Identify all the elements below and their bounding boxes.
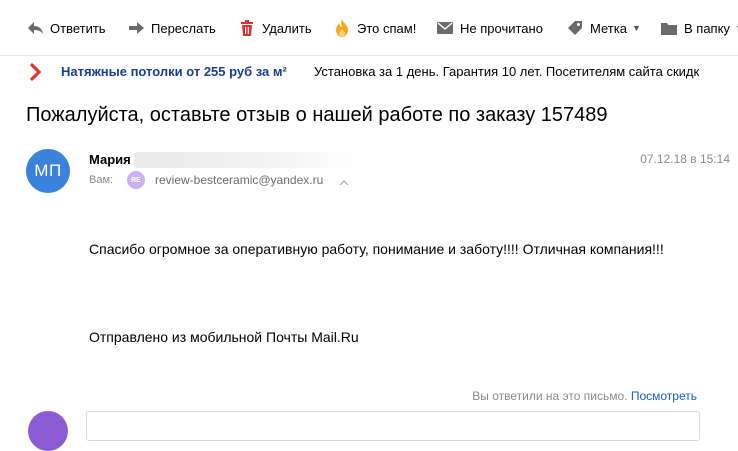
chevron-down-icon: ▼ — [631, 23, 641, 33]
message-date: 07.12.18 в 15:14 — [640, 152, 730, 166]
delete-label: Удалить — [262, 20, 312, 36]
flame-icon — [333, 19, 351, 37]
recipient-label: Вам: — [89, 174, 114, 186]
message-toolbar: Ответить Переслать Удалить Это спам! Не … — [0, 0, 738, 56]
unread-label: Не прочитано — [460, 20, 543, 36]
sender-avatar[interactable]: МП — [26, 149, 70, 193]
mark-unread-button[interactable]: Не прочитано — [436, 16, 543, 40]
arrow-right-icon — [26, 62, 46, 82]
label-dropdown[interactable]: Метка ▼ — [566, 16, 641, 40]
chevron-up-icon[interactable] — [339, 175, 349, 186]
message-signature: Отправлено из мобильной Почты Mail.Ru — [89, 329, 359, 345]
promo-title[interactable]: Натяжные потолки от 255 руб за м² — [61, 64, 287, 79]
sender-name[interactable]: Мария — [89, 152, 131, 167]
recipient-email[interactable]: review-bestceramic@yandex.ru — [155, 173, 323, 187]
message-subject: Пожалуйста, оставьте отзыв о нашей работ… — [26, 104, 608, 126]
user-avatar — [28, 411, 68, 451]
quick-reply-input[interactable] — [86, 411, 700, 441]
forward-button[interactable]: Переслать — [127, 16, 216, 40]
tag-icon — [566, 19, 584, 37]
delete-button[interactable]: Удалить — [238, 16, 312, 40]
reply-button[interactable]: Ответить — [26, 16, 106, 40]
spam-button[interactable]: Это спам! — [333, 16, 416, 40]
move-to-folder-dropdown[interactable]: В папку ▼ — [660, 16, 738, 40]
folder-label: В папку — [684, 20, 730, 36]
trash-icon — [238, 19, 256, 37]
message-body-line: Спасибо огромное за оперативную работу, … — [89, 241, 664, 257]
view-reply-link[interactable]: Посмотреть — [631, 389, 697, 403]
reply-icon — [26, 19, 44, 37]
forward-label: Переслать — [151, 20, 216, 36]
promo-banner[interactable]: Натяжные потолки от 255 руб за м² Устано… — [0, 57, 738, 87]
folder-icon — [660, 19, 678, 37]
spam-label: Это спам! — [357, 20, 417, 36]
replied-text: Вы ответили на это письмо. — [472, 389, 628, 403]
recipient-avatar: RE — [127, 171, 145, 189]
envelope-icon — [436, 19, 454, 37]
replied-notice: Вы ответили на это письмо. Посмотреть — [472, 389, 697, 403]
promo-text: Установка за 1 день. Гарантия 10 лет. По… — [314, 64, 700, 79]
sender-email-redacted — [134, 152, 364, 168]
forward-icon — [127, 19, 145, 37]
reply-label: Ответить — [50, 20, 106, 36]
label-label: Метка — [590, 20, 627, 36]
